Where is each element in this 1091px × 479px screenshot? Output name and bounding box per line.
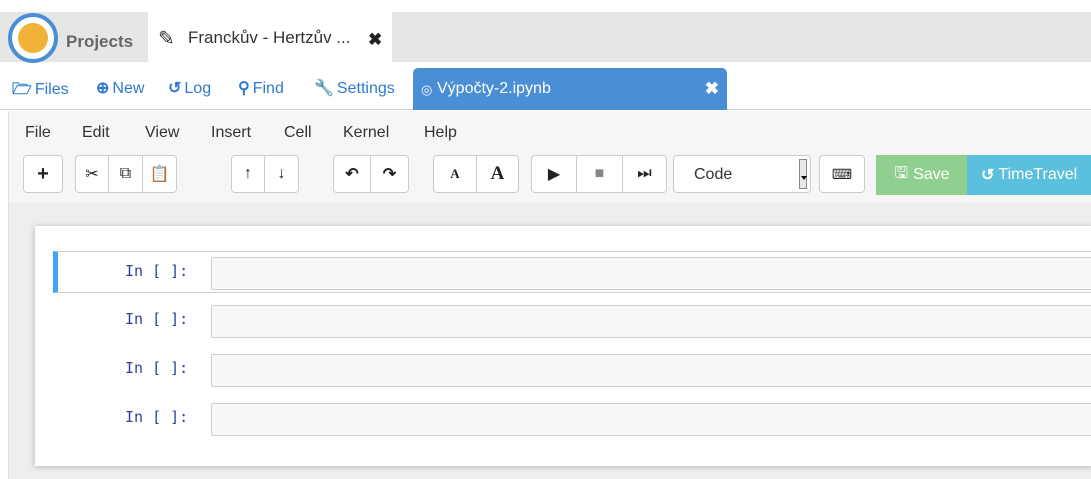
menu-kernel[interactable]: Kernel	[343, 124, 389, 142]
cut-icon: ✂	[85, 166, 99, 183]
notebook-icon: ◎	[421, 82, 433, 97]
font-large-icon: A	[490, 163, 505, 184]
files-button[interactable]: 🗁 Files	[12, 78, 69, 105]
toolbar: + ✂ ⧉ 📋 ↑ ↓ ↶ ↷ A A ▶ ■ ⏭ Code ⌨ 🖫 Save ↺…	[8, 152, 1091, 202]
restart-button[interactable]: ⏭	[623, 155, 667, 193]
cut-button[interactable]: ✂	[75, 155, 109, 193]
cocalc-logo[interactable]	[8, 13, 58, 63]
menu-edit[interactable]: Edit	[82, 124, 110, 142]
wrench-icon: 🔧	[314, 80, 334, 97]
cell-input[interactable]	[211, 305, 1091, 338]
notebook-tab-title: Výpočty-2.ipynb	[437, 80, 551, 97]
cell-prompt: In [ ]:	[125, 359, 189, 377]
cell-input[interactable]	[211, 257, 1091, 290]
edit-icon: ✎	[158, 28, 175, 50]
history-icon: ↺	[981, 167, 995, 184]
redo-icon: ↷	[382, 166, 397, 183]
folder-open-icon: 🗁	[12, 81, 32, 98]
new-button[interactable]: ⊕ New	[96, 78, 144, 98]
history-icon: ↺	[168, 80, 182, 97]
play-icon: ▶	[547, 166, 561, 183]
arrow-down-icon: ↓	[277, 165, 286, 182]
find-label: Find	[252, 80, 284, 97]
notebook-area: In [ ]: In [ ]: In [ ]: In [ ]:	[8, 202, 1091, 479]
code-cell[interactable]: In [ ]:	[53, 300, 1091, 342]
run-cell-button[interactable]: ▶	[531, 155, 577, 193]
settings-label: Settings	[336, 80, 395, 97]
chevron-down-icon	[799, 159, 807, 189]
stop-icon: ■	[594, 165, 605, 182]
insert-cell-button[interactable]: +	[23, 155, 63, 193]
menu-insert[interactable]: Insert	[211, 124, 251, 142]
plus-icon: +	[37, 162, 49, 185]
font-larger-button[interactable]: A	[477, 155, 519, 193]
log-button[interactable]: ↺ Log	[168, 78, 211, 98]
menu-file[interactable]: File	[25, 124, 51, 142]
file-tab-bar: 🗁 Files ⊕ New ↺ Log ⚲ Find 🔧 Settings ◎ Výpoč…	[0, 68, 1091, 110]
settings-button[interactable]: 🔧 Settings	[314, 78, 395, 98]
menu-help[interactable]: Help	[424, 124, 457, 142]
cell-type-value: Code	[694, 166, 733, 183]
copy-button[interactable]: ⧉	[109, 155, 143, 193]
cell-prompt: In [ ]:	[125, 262, 189, 280]
cell-prompt: In [ ]:	[125, 310, 189, 328]
notebook-page: In [ ]: In [ ]: In [ ]: In [ ]:	[35, 226, 1091, 466]
new-label: New	[112, 80, 145, 97]
notebook-tab[interactable]: ◎ Výpočty-2.ipynb ✖	[413, 68, 727, 110]
arrow-up-icon: ↑	[244, 165, 252, 182]
code-cell[interactable]: In [ ]:	[53, 398, 1091, 440]
keyboard-shortcuts-button[interactable]: ⌨	[819, 155, 865, 193]
close-icon[interactable]: ✖	[705, 79, 719, 99]
font-smaller-button[interactable]: A	[433, 155, 477, 193]
undo-icon: ↶	[345, 166, 359, 183]
files-label: Files	[34, 81, 69, 98]
menu-cell[interactable]: Cell	[284, 124, 312, 142]
code-cell[interactable]: In [ ]:	[53, 251, 1091, 293]
undo-button[interactable]: ↶	[333, 155, 371, 193]
save-label: Save	[913, 166, 950, 183]
menu-view[interactable]: View	[145, 124, 179, 142]
plus-circle-icon: ⊕	[96, 80, 110, 97]
project-tab-title: Franckův - Hertzův ...	[188, 28, 351, 47]
move-down-button[interactable]: ↓	[265, 155, 299, 193]
step-icon: ⏭	[637, 165, 652, 182]
cell-input[interactable]	[211, 403, 1091, 436]
interrupt-button[interactable]: ■	[577, 155, 623, 193]
search-icon: ⚲	[238, 80, 250, 97]
cell-prompt: In [ ]:	[125, 408, 189, 426]
save-button[interactable]: 🖫 Save	[876, 155, 968, 195]
paste-button[interactable]: 📋	[143, 155, 177, 193]
copy-icon: ⧉	[119, 165, 132, 182]
close-icon[interactable]: ✖	[368, 30, 382, 50]
menu-bar: File Edit View Insert Cell Kernel Help	[8, 111, 1091, 155]
cell-input[interactable]	[211, 354, 1091, 387]
project-bar: Projects ✎ Franckův - Hertzův ... ✖	[0, 0, 1091, 63]
font-small-icon: A	[450, 166, 460, 181]
keyboard-icon: ⌨	[831, 165, 853, 182]
redo-button[interactable]: ↷	[371, 155, 409, 193]
timetravel-button[interactable]: ↺ TimeTravel	[967, 155, 1091, 195]
move-up-button[interactable]: ↑	[231, 155, 265, 193]
paste-icon: 📋	[149, 166, 170, 183]
save-icon: 🖫	[894, 164, 909, 182]
find-button[interactable]: ⚲ Find	[238, 78, 284, 98]
timetravel-label: TimeTravel	[998, 166, 1078, 183]
code-cell[interactable]: In [ ]:	[53, 349, 1091, 391]
project-tab[interactable]: ✎ Franckův - Hertzův ... ✖	[148, 12, 392, 62]
cell-type-select[interactable]: Code	[673, 155, 811, 193]
projects-button[interactable]: Projects	[66, 32, 133, 52]
log-label: Log	[184, 80, 212, 97]
